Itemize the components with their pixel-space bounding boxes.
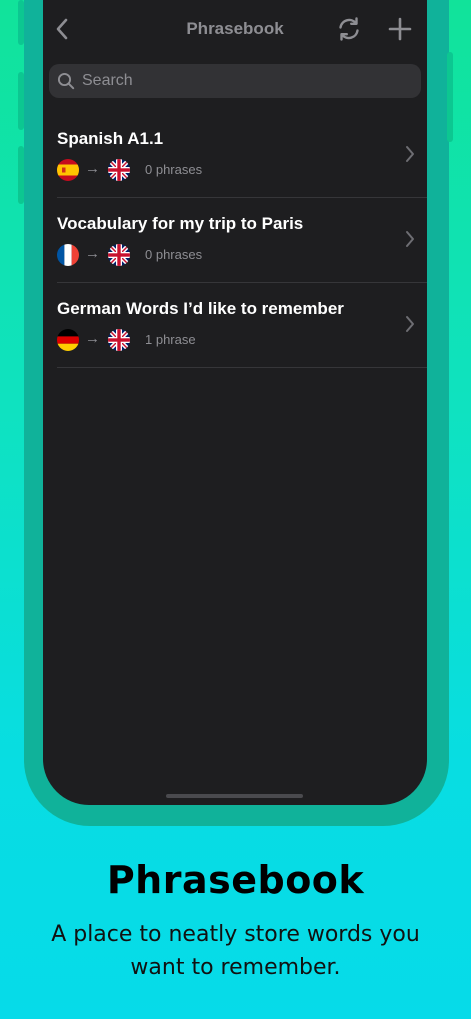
page-title: Phrasebook <box>186 19 284 38</box>
france-flag-icon <box>57 244 79 266</box>
chevron-right-icon <box>406 146 414 162</box>
phrasebook-row[interactable]: German Words I’d like to remember → 1 ph… <box>57 283 427 368</box>
phone-screen: Phrasebook Spanish A1.1 <box>43 0 427 805</box>
phone-side-button <box>18 146 24 204</box>
germany-flag-icon <box>57 329 79 351</box>
sync-button[interactable] <box>336 16 362 42</box>
language-pair: → 0 phrases <box>57 158 357 182</box>
phrase-count: 1 phrase <box>145 332 196 347</box>
phrasebook-title: German Words I’d like to remember <box>57 299 344 318</box>
uk-flag-icon <box>108 329 130 351</box>
promo-subtitle: A place to neatly store words you want t… <box>51 922 420 980</box>
phone-side-button <box>18 0 24 45</box>
phrase-count: 0 phrases <box>145 247 203 262</box>
promo-title: Phrasebook <box>106 858 365 902</box>
phone-side-button <box>18 72 24 130</box>
uk-flag-icon <box>108 244 130 266</box>
chevron-right-icon <box>406 316 414 332</box>
translation-arrow: → <box>85 245 100 262</box>
phrasebook-list: Spanish A1.1 → 0 phrases Vocabulary for … <box>57 113 427 368</box>
phone-side-button <box>447 52 453 142</box>
translation-arrow: → <box>85 330 100 347</box>
language-pair: → 0 phrases <box>57 243 357 267</box>
chevron-right-icon <box>406 231 414 247</box>
home-indicator[interactable] <box>166 794 303 798</box>
translation-arrow: → <box>85 160 100 177</box>
sync-icon <box>339 17 359 41</box>
phrase-count: 0 phrases <box>145 162 203 177</box>
search-bar[interactable] <box>49 64 421 98</box>
search-input[interactable] <box>82 64 402 98</box>
spain-flag-icon <box>57 159 79 181</box>
search-icon <box>57 72 75 90</box>
add-phrasebook-button[interactable] <box>387 16 413 42</box>
phrasebook-title: Spanish A1.1 <box>57 129 164 148</box>
uk-flag-icon <box>108 159 130 181</box>
phrasebook-title: Vocabulary for my trip to Paris <box>57 214 304 233</box>
phrasebook-row[interactable]: Vocabulary for my trip to Paris → 0 phra… <box>57 198 427 283</box>
plus-icon <box>388 17 412 41</box>
phrasebook-row[interactable]: Spanish A1.1 → 0 phrases <box>57 113 427 198</box>
language-pair: → 1 phrase <box>57 328 357 352</box>
